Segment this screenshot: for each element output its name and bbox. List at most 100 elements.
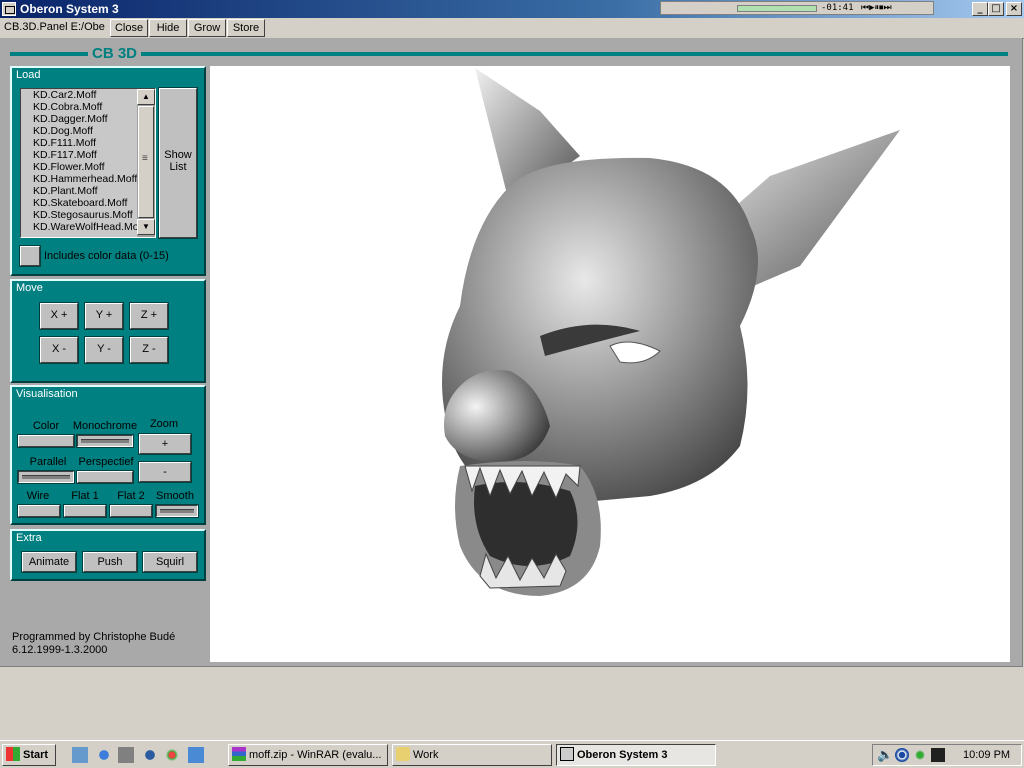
color-data-label: Includes color data (0-15)	[44, 250, 169, 262]
tray-app-icon[interactable]	[931, 748, 945, 762]
file-list-item[interactable]: KD.WareWolfHead.Moff	[21, 221, 144, 233]
monochrome-label: Monochrome	[72, 420, 138, 432]
file-list-item[interactable]: KD.Hammerhead.Moff	[21, 173, 137, 185]
task-oberon[interactable]: Oberon System 3	[556, 744, 716, 766]
window-title-bar[interactable]: Oberon System 3 -01:41 ⏮▶⏸⏹⏭ _ □ ×	[0, 0, 1024, 18]
x-minus-button[interactable]: X -	[40, 337, 78, 363]
quick-launch-globe-icon[interactable]	[142, 747, 158, 763]
move-group-label: Move	[16, 282, 43, 294]
wire-label: Wire	[26, 490, 50, 502]
minimize-button[interactable]: _	[972, 2, 988, 16]
media-player-deskband[interactable]: -01:41 ⏮▶⏸⏹⏭	[660, 1, 934, 15]
tray-flower-icon[interactable]	[913, 748, 927, 762]
scroll-up-icon[interactable]: ▲	[137, 89, 155, 105]
search-folder-icon	[396, 747, 410, 762]
panel-toolbar: CB.3D.Panel E:/Obe Close Hide Grow Store	[0, 18, 1024, 39]
y-minus-button[interactable]: Y -	[85, 337, 123, 363]
file-list-item[interactable]: KD.Dagger.Moff	[21, 113, 137, 125]
file-list-item[interactable]: KD.F117.Moff	[21, 149, 137, 161]
z-minus-button[interactable]: Z -	[130, 337, 168, 363]
internet-explorer-icon[interactable]	[96, 747, 112, 763]
visualisation-group-label: Visualisation	[16, 388, 78, 400]
oberon-app-icon	[2, 2, 16, 16]
color-label: Color	[32, 420, 60, 432]
start-label: Start	[23, 749, 49, 761]
color-toggle[interactable]	[18, 435, 74, 447]
file-list[interactable]: KD.Car2.Moff KD.Cobra.Moff KD.Dagger.Moff K…	[20, 88, 156, 238]
y-plus-button[interactable]: Y +	[85, 303, 123, 329]
color-data-checkbox[interactable]	[20, 246, 40, 266]
maximize-button[interactable]: □	[988, 2, 1004, 16]
quick-launch-flower-icon[interactable]	[164, 747, 180, 763]
show-desktop-icon[interactable]	[72, 747, 88, 763]
render-canvas[interactable]	[210, 66, 1010, 662]
hide-button[interactable]: Hide	[149, 19, 187, 37]
system-tray: 🔈 10:09 PM	[872, 744, 1022, 766]
quick-launch-folder-icon[interactable]	[188, 747, 204, 763]
z-plus-button[interactable]: Z +	[130, 303, 168, 329]
task-work[interactable]: Work	[392, 744, 552, 766]
close-window-button[interactable]: ×	[1006, 2, 1022, 16]
scroll-down-icon[interactable]: ▼	[137, 219, 155, 235]
smooth-label: Smooth	[156, 490, 194, 502]
flat1-label: Flat 1	[71, 490, 99, 502]
file-list-item[interactable]: KD.Flower.Moff	[21, 161, 137, 173]
file-list-item[interactable]: KD.F111.Moff	[21, 137, 137, 149]
file-list-items: KD.Car2.Moff KD.Cobra.Moff KD.Dagger.Moff K…	[21, 89, 144, 233]
show-list-label-2: List	[169, 161, 187, 173]
file-list-item[interactable]: KD.Stegosaurus.Moff	[21, 209, 137, 221]
file-list-item[interactable]: KD.Car2.Moff	[21, 89, 137, 101]
start-button[interactable]: Start	[2, 744, 56, 766]
credits-author: Programmed by Christophe Budé	[12, 631, 176, 643]
zoom-in-button[interactable]: +	[139, 434, 191, 454]
window-title: Oberon System 3	[20, 2, 119, 16]
push-button[interactable]: Push	[83, 552, 137, 572]
x-plus-button[interactable]: X +	[40, 303, 78, 329]
file-list-item[interactable]: KD.Dog.Moff	[21, 125, 137, 137]
flat1-toggle[interactable]	[64, 505, 106, 517]
perspective-toggle[interactable]	[77, 471, 133, 483]
task-work-label: Work	[413, 749, 439, 761]
close-button[interactable]: Close	[110, 19, 148, 37]
load-group-label: Load	[16, 69, 41, 81]
wire-toggle[interactable]	[18, 505, 60, 517]
show-list-button[interactable]: Show List	[159, 88, 197, 238]
panel-title: CB 3D	[88, 44, 142, 64]
monochrome-toggle[interactable]	[77, 435, 133, 447]
smooth-toggle[interactable]	[156, 505, 198, 517]
parallel-label: Parallel	[29, 456, 67, 468]
scroll-thumb[interactable]	[138, 106, 154, 218]
title-rule	[10, 52, 1008, 56]
file-list-item[interactable]: KD.Cobra.Moff	[21, 101, 137, 113]
credits-dates: 6.12.1999-1.3.2000	[12, 644, 108, 656]
grow-button[interactable]: Grow	[188, 19, 226, 37]
winrar-icon	[232, 747, 246, 762]
werewolf-head-render	[442, 68, 900, 596]
task-oberon-label: Oberon System 3	[577, 749, 668, 761]
store-button[interactable]: Store	[227, 19, 265, 37]
panel-name: CB.3D.Panel E:/Obe	[4, 21, 105, 33]
squirl-button[interactable]: Squirl	[143, 552, 197, 572]
flat2-toggle[interactable]	[110, 505, 152, 517]
volume-icon[interactable]: 🔈	[877, 747, 893, 763]
task-winrar[interactable]: moff.zip - WinRAR (evalu...	[228, 744, 388, 766]
file-list-item[interactable]: KD.Plant.Moff	[21, 185, 137, 197]
media-time: -01:41	[821, 3, 854, 13]
media-seek-track[interactable]	[737, 5, 817, 12]
visualisation-group: Visualisation	[10, 385, 206, 525]
file-list-item[interactable]: KD.Skateboard.Moff	[21, 197, 137, 209]
network-eye-icon[interactable]	[895, 748, 909, 762]
media-controls-icon[interactable]: ⏮▶⏸⏹⏭	[861, 2, 892, 14]
zoom-out-button[interactable]: -	[139, 462, 191, 482]
quick-launch-app-icon[interactable]	[118, 747, 134, 763]
perspective-label: Perspectief	[78, 456, 134, 468]
move-group: Move	[10, 279, 206, 383]
animate-button[interactable]: Animate	[22, 552, 76, 572]
task-winrar-label: moff.zip - WinRAR (evalu...	[249, 749, 382, 761]
clock: 10:09 PM	[963, 749, 1011, 761]
parallel-toggle[interactable]	[18, 471, 74, 483]
file-list-scrollbar[interactable]: ▲ ▼	[137, 89, 155, 237]
show-list-label-1: Show	[164, 149, 192, 161]
taskbar: Start moff.zip - WinRAR (evalu... Work O…	[0, 740, 1024, 768]
extra-group-label: Extra	[16, 532, 42, 544]
